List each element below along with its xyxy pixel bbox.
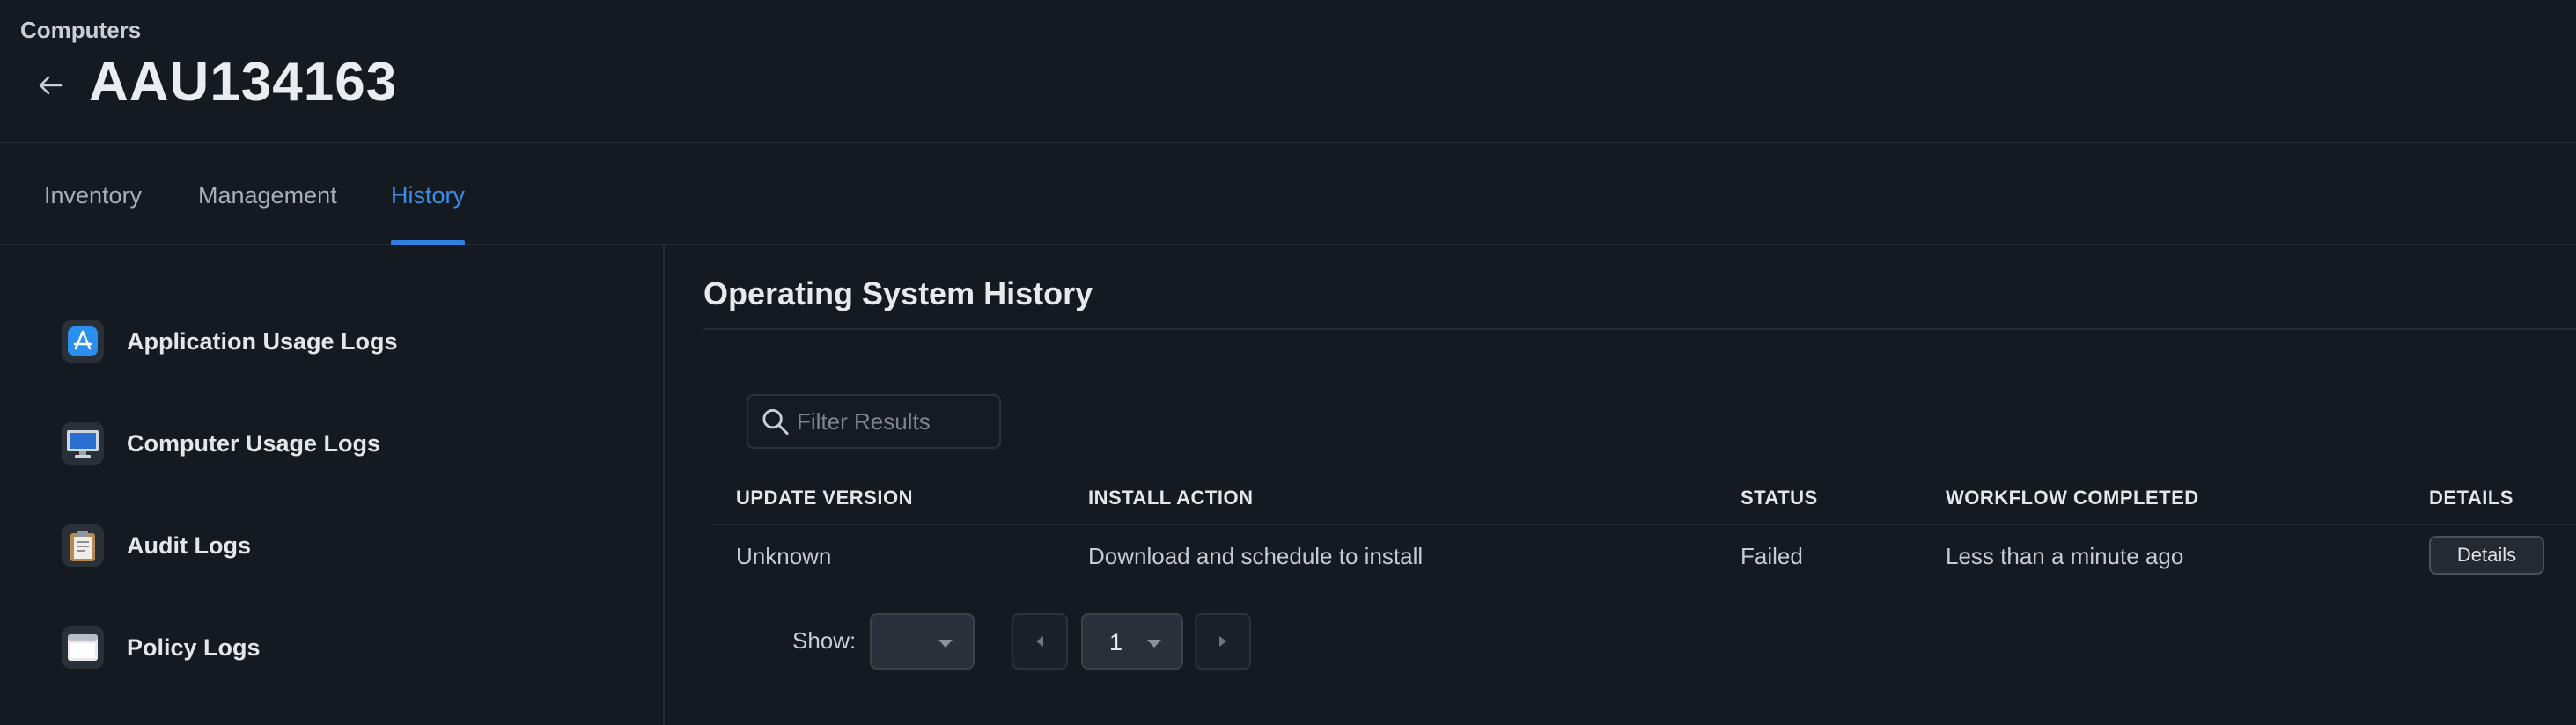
sidebar-item-label: Application Usage Logs: [127, 327, 398, 355]
chevron-down-icon: [938, 640, 953, 648]
filter-input[interactable]: [797, 407, 999, 436]
cell-update-version: Unknown: [736, 543, 832, 569]
back-button[interactable]: [30, 65, 70, 106]
column-header-status[interactable]: STATUS: [1741, 487, 1818, 509]
app-store-icon: [62, 320, 104, 362]
page-size-select[interactable]: [870, 613, 975, 670]
breadcrumb[interactable]: Computers: [20, 17, 141, 44]
column-header-update-version[interactable]: UPDATE VERSION: [736, 487, 913, 509]
section-title: Operating System History: [703, 275, 1093, 311]
sidebar-item-label: Audit Logs: [127, 531, 251, 559]
column-header-install-action[interactable]: INSTALL ACTION: [1088, 487, 1253, 509]
column-header-details[interactable]: DETAILS: [2429, 487, 2513, 509]
sidebar-item-application-usage-logs[interactable]: Application Usage Logs: [62, 317, 590, 366]
window-icon: [62, 626, 104, 669]
main-content: Operating System History UPDATE VERSION …: [666, 245, 2576, 725]
page-header: Computers AAU134163: [0, 0, 2576, 143]
filter-field[interactable]: [747, 394, 1001, 449]
cell-install-action: Download and schedule to install: [1088, 543, 1424, 569]
tab-bar: Inventory Management History: [0, 143, 2576, 245]
tab-history[interactable]: History: [391, 182, 466, 245]
sidebar-item-audit-logs[interactable]: Audit Logs: [62, 521, 590, 570]
chevron-down-icon: [1147, 640, 1161, 648]
caret-left-icon: [1036, 636, 1043, 647]
caret-right-icon: [1219, 636, 1226, 647]
details-button[interactable]: Details: [2429, 536, 2544, 575]
page-number-select[interactable]: 1: [1081, 613, 1183, 670]
cell-workflow-completed: Less than a minute ago: [1946, 543, 2184, 569]
tab-management[interactable]: Management: [198, 182, 337, 245]
divider: [703, 328, 2576, 330]
table-divider: [709, 524, 2576, 525]
page-title: AAU134163: [89, 52, 398, 113]
sidebar-item-policy-logs[interactable]: Policy Logs: [62, 623, 590, 672]
tab-inventory[interactable]: Inventory: [44, 182, 142, 245]
next-page-button[interactable]: [1195, 613, 1251, 670]
sidebar-item-computer-usage-logs[interactable]: Computer Usage Logs: [62, 419, 590, 468]
sidebar-item-label: Computer Usage Logs: [127, 429, 381, 457]
sidebar-item-label: Policy Logs: [127, 633, 261, 661]
clipboard-icon: [62, 524, 104, 567]
column-header-workflow-completed[interactable]: WORKFLOW COMPLETED: [1946, 487, 2199, 509]
computer-monitor-icon: [62, 422, 104, 465]
search-icon: [762, 408, 789, 436]
cell-status: Failed: [1741, 543, 1803, 569]
previous-page-button[interactable]: [1012, 613, 1068, 670]
current-page: 1: [1109, 629, 1123, 655]
page-size-label: Show:: [792, 627, 857, 654]
history-sidebar: Application Usage Logs Computer Usage Lo…: [0, 245, 665, 725]
arrow-left-icon: [39, 76, 63, 95]
